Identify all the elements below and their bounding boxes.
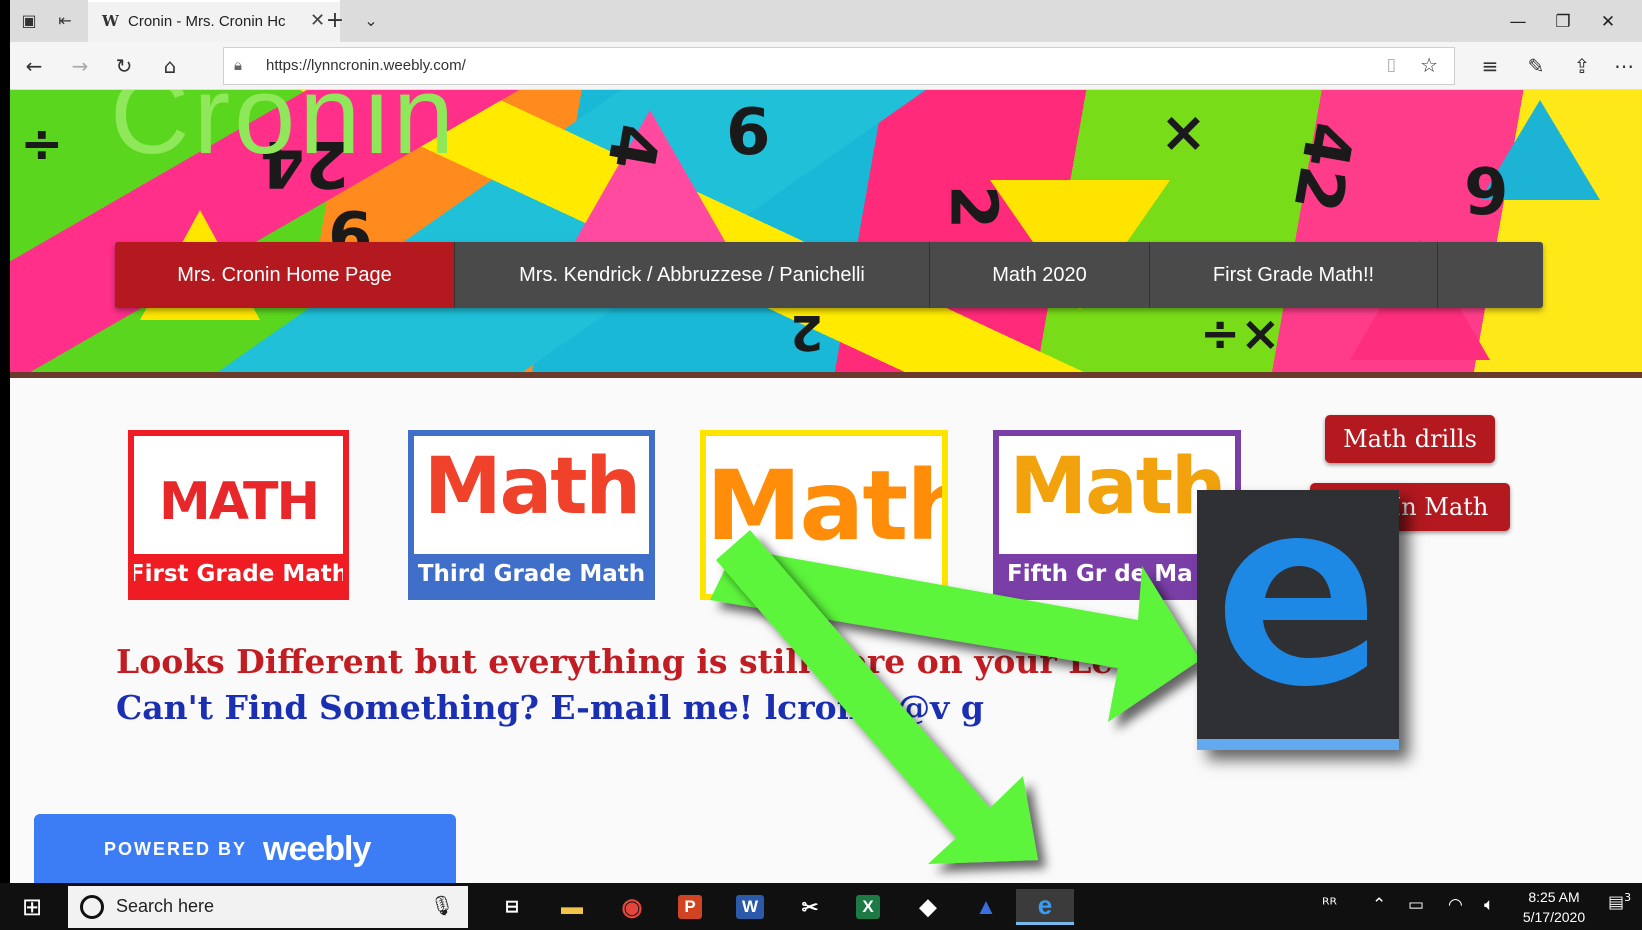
refresh-icon[interactable]: ↻ [110,52,138,80]
more-options-icon[interactable]: ⋯ [1610,52,1638,80]
search-placeholder: Search here [116,896,215,916]
store-icon[interactable]: ▲ [966,889,1006,925]
favorite-star-icon[interactable]: ☆ [1420,53,1438,77]
share-icon[interactable]: ⇪ [1568,52,1596,80]
desktop-screen: ▣ ⇤ W Cronin - Mrs. Cronin Hc ✕ + ⌄ — ❐ … [0,0,1642,930]
edge-logo-icon [1225,538,1367,686]
contact-text: Can't Find Something? E-mail me! lcronin… [116,688,984,727]
active-indicator [1197,739,1399,750]
chrome-icon[interactable]: ◉ [612,889,652,925]
url-text: https://lynncronin.weebly.com/ [266,57,466,74]
powerpoint-icon[interactable]: P [670,889,710,925]
first-grade-math-card[interactable]: MATH First Grade Math [128,430,349,600]
card-caption: Third Grade Math [414,554,649,594]
fourth-grade-math-card[interactable]: Math [700,430,948,600]
action-center-icon[interactable]: ▤3 [1608,891,1631,913]
card-caption: First Grade Math [134,554,343,594]
nav-item-home[interactable]: Mrs. Cronin Home Page [115,242,455,308]
header-banner-image: ÷ 24 6 4 6 2 × 42 9 ÷× 2 Cronin Mrs. Cro… [10,90,1642,372]
taskbar-search-box[interactable]: Search here 🎙︎ [68,886,468,928]
nav-item-more[interactable] [1438,242,1543,308]
system-clock[interactable]: 8:25 AM 5/17/2020 [1514,887,1594,927]
nav-item-first-grade-math[interactable]: First Grade Math!! [1150,242,1438,308]
new-tab-icon[interactable]: + [324,10,346,32]
word-icon[interactable]: W [730,889,770,925]
microphone-icon[interactable]: 🎙︎ [430,894,454,917]
close-tab-icon[interactable]: ✕ [310,10,325,31]
powered-by-weebly-banner[interactable]: POWERED BY weebly [34,814,456,883]
nav-item-kendrick[interactable]: Mrs. Kendrick / Abbruzzese / Panichelli [455,242,930,308]
lock-icon: 🔒︎ [234,56,242,74]
weebly-favicon-icon: W [102,12,119,30]
cortana-icon [80,895,104,919]
site-nav-menu: Mrs. Cronin Home Page Mrs. Kendrick / Ab… [115,242,1543,308]
banner-divider [10,372,1642,378]
clock-time: 8:25 AM [1528,889,1580,905]
card-word: Math [423,442,641,532]
battery-icon[interactable]: ▭ [1408,895,1424,915]
announcement-text: Looks Different but everything is still … [116,642,1132,681]
edge-zoom-callout [1197,490,1399,750]
tab-chevron-down-icon[interactable]: ⌄ [360,10,382,32]
show-hidden-icons-icon[interactable]: ⌃ [1372,895,1386,915]
file-explorer-icon[interactable]: ▬ [552,889,592,925]
edge-taskbar-icon[interactable]: e [1016,889,1074,925]
card-word: MATH [159,472,320,532]
excel-icon[interactable]: X [848,889,888,925]
browser-title-bar: ▣ ⇤ W Cronin - Mrs. Cronin Hc ✕ + ⌄ — ❐ … [10,0,1642,42]
site-title: Cronin [110,90,459,177]
weebly-logo-text: weebly [263,829,371,868]
restore-icon[interactable]: ❐ [1541,6,1585,38]
tab-title: Cronin - Mrs. Cronin Hc [128,13,286,30]
snipping-tool-icon[interactable]: ✂ [790,889,830,925]
close-window-icon[interactable]: ✕ [1586,6,1630,38]
clock-date: 5/17/2020 [1522,909,1586,925]
app-icon[interactable]: ◆ [908,889,948,925]
third-grade-math-card[interactable]: Math Third Grade Math [408,430,655,600]
address-bar[interactable]: 🔒︎ https://lynncronin.weebly.com/ ▯ ☆ [223,47,1455,85]
browser-nav-bar: ← → ↻ ⌂ 🔒︎ https://lynncronin.weebly.com… [10,42,1642,90]
volume-icon[interactable]: 🔈︎ [1484,895,1494,915]
forward-arrow-icon[interactable]: → [66,52,94,80]
favorites-list-icon[interactable]: ≡ [1476,52,1504,80]
web-page: ÷ 24 6 4 6 2 × 42 9 ÷× 2 Cronin Mrs. Cro… [10,90,1642,883]
minimize-icon[interactable]: — [1496,6,1540,38]
nav-item-math-2020[interactable]: Math 2020 [930,242,1150,308]
reading-view-icon[interactable]: ▯ [1387,55,1396,75]
powered-by-label: POWERED BY [104,838,248,859]
windows-start-icon[interactable]: ⊞ [22,893,42,921]
pen-icon[interactable]: ✎ [1522,52,1550,80]
notification-count: 3 [1624,891,1632,904]
browser-tab[interactable]: W Cronin - Mrs. Cronin Hc ✕ [88,0,340,42]
wifi-icon[interactable]: ◠ [1448,895,1463,915]
task-view-icon[interactable]: ⊟ [492,889,532,925]
home-icon[interactable]: ⌂ [156,52,184,80]
tab-list-icon[interactable]: ▣ [18,10,40,32]
people-icon[interactable]: ᴿᴿ [1322,895,1337,915]
windows-taskbar: ⊞ Search here 🎙︎ ⊟ ▬ ◉ P W ✂ X ◆ ▲ e ᴿᴿ … [0,883,1642,930]
card-word: Math [706,450,948,562]
back-arrow-icon[interactable]: ← [20,52,48,80]
math-drills-button[interactable]: Math drills [1325,415,1495,463]
set-aside-tabs-icon[interactable]: ⇤ [54,10,76,32]
